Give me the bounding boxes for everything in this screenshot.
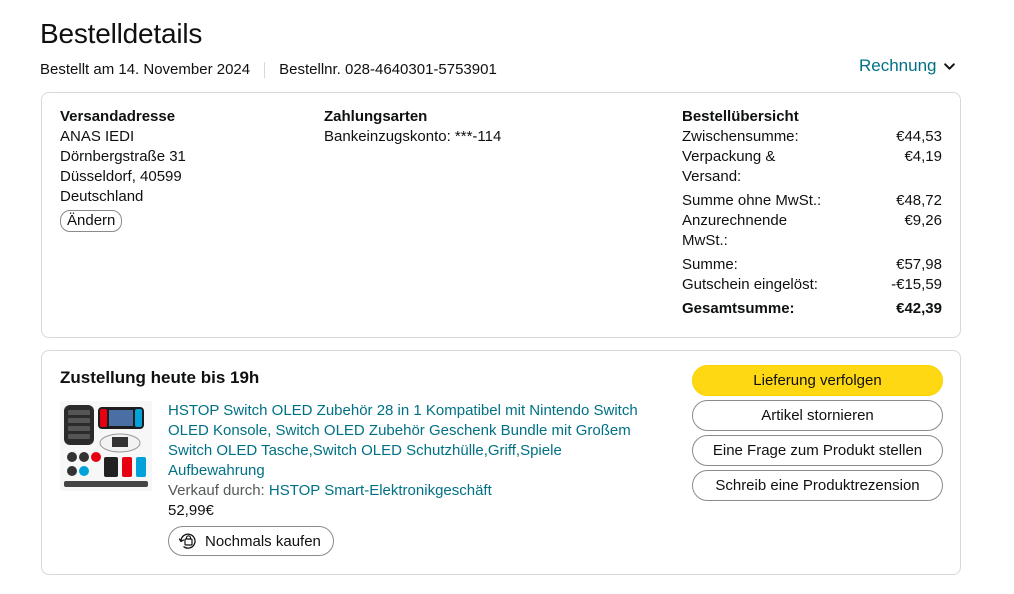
overview-value: €57,98 (896, 256, 942, 273)
meta-divider (264, 61, 266, 78)
overview-label: Gutschein eingelöst: (682, 276, 818, 293)
overview-label: Summe ohne MwSt.: (682, 192, 822, 209)
overview-label: Zwischensumme: (682, 128, 799, 145)
overview-label: Gesamtsumme: (682, 300, 795, 317)
product-info: HSTOP Switch OLED Zubehör 28 in 1 Kompat… (168, 401, 658, 557)
reorder-bag-icon (178, 533, 196, 549)
overview-row-voucher: Gutschein eingelöst: -€15,59 (682, 275, 942, 295)
overview-row-vat: Anzurechnende MwSt.: €9,26 (682, 211, 942, 251)
overview-row-shipping: Verpackung & Versand: €4,19 (682, 147, 942, 187)
address-line: Deutschland (60, 188, 144, 205)
payment-method-value: Bankeinzugskonto: ***-114 (324, 128, 502, 145)
overview-value: €48,72 (896, 192, 942, 209)
product-title-link[interactable]: HSTOP Switch OLED Zubehör 28 in 1 Kompat… (168, 401, 658, 481)
overview-value: -€15,59 (891, 276, 942, 293)
overview-value: €44,53 (896, 128, 942, 145)
overview-label: Summe: (682, 256, 738, 273)
address-line: Düsseldorf, 40599 (60, 168, 182, 185)
buy-again-button[interactable]: Nochmals kaufen (168, 526, 334, 556)
seller-link[interactable]: HSTOP Smart-Elektronikgeschäft (269, 482, 492, 499)
delivery-card: Zustellung heute bis 19h HSTOP Switch OL… (41, 350, 961, 575)
payment-heading: Zahlungsarten (324, 108, 428, 125)
overview-value: €4,19 (904, 148, 942, 165)
order-number: Bestellnr. 028-4640301-5753901 (279, 61, 497, 78)
chevron-down-icon (943, 62, 955, 70)
ask-product-question-button[interactable]: Eine Frage zum Produkt stellen (692, 435, 943, 466)
order-overview: Bestellübersicht Zwischensumme: €44,53 V… (682, 107, 942, 319)
product-price: 52,99€ (168, 502, 214, 519)
overview-label: Verpackung & Versand: (682, 148, 776, 185)
order-actions: Lieferung verfolgen Artikel stornieren E… (692, 365, 943, 505)
product-image[interactable] (60, 401, 152, 491)
cancel-item-button[interactable]: Artikel stornieren (692, 400, 943, 431)
write-review-button[interactable]: Schreib eine Produktrezension (692, 470, 943, 501)
track-package-button[interactable]: Lieferung verfolgen (692, 365, 943, 396)
buy-again-label: Nochmals kaufen (205, 532, 321, 550)
change-address-button[interactable]: Ändern (60, 210, 123, 232)
invoice-dropdown[interactable]: Rechnung (859, 56, 956, 76)
overview-value: €9,26 (904, 212, 942, 229)
overview-row-subtotal: Zwischensumme: €44,53 (682, 127, 942, 147)
order-summary-card: Versandadresse ANAS IEDI Dörnbergstraße … (41, 92, 961, 338)
sold-by-label: Verkauf durch: (168, 482, 265, 499)
address-line: ANAS IEDI (60, 128, 135, 145)
address-line: Dörnbergstraße 31 (60, 148, 186, 165)
order-date: Bestellt am 14. November 2024 (40, 61, 251, 78)
page-title: Bestelldetails (40, 18, 203, 49)
invoice-label: Rechnung (859, 56, 937, 75)
payment-method: Zahlungsarten Bankeinzugskonto: ***-114 (324, 107, 501, 147)
overview-value: €42,39 (896, 300, 942, 317)
overview-label: Anzurechnende MwSt.: (682, 212, 788, 249)
shipping-address: Versandadresse ANAS IEDI Dörnbergstraße … (60, 107, 186, 232)
overview-row-sum: Summe: €57,98 (682, 255, 942, 275)
shipping-address-heading: Versandadresse (60, 108, 176, 125)
seller-row: Verkauf durch: HSTOP Smart-Elektronikges… (168, 481, 658, 501)
delivery-status-title: Zustellung heute bis 19h (60, 368, 260, 387)
overview-row-total: Gesamtsumme: €42,39 (682, 299, 942, 319)
overview-row-net: Summe ohne MwSt.: €48,72 (682, 191, 942, 211)
order-meta: Bestellt am 14. November 2024 Bestellnr.… (40, 61, 497, 78)
order-overview-heading: Bestellübersicht (682, 108, 799, 125)
